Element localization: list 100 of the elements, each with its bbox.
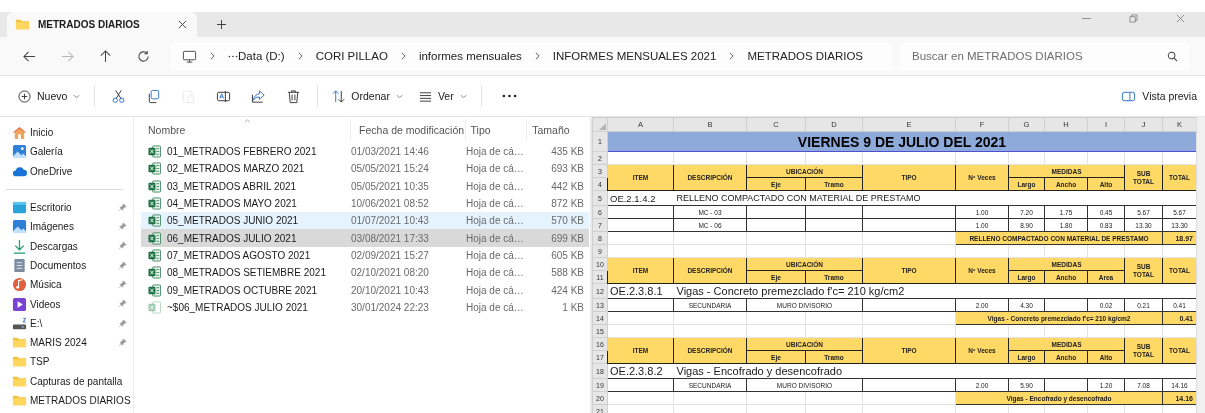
file-type: Hoja de cá… [466,267,524,279]
more-icon[interactable] [501,94,517,98]
forward-icon [60,49,74,63]
scissors-icon [111,88,127,104]
spreadsheet-icon [148,197,161,211]
sidebar-label: Documentos [30,259,87,271]
file-size: 693 KB [550,163,584,175]
spreadsheet-icon [148,231,161,245]
file-type: Hoja de cá… [466,215,524,227]
pin-icon [118,241,127,251]
breadcrumb[interactable]: Data (D:) [238,50,285,62]
close-icon[interactable] [178,20,187,29]
file-row[interactable]: 01_METRADOS FEBRERO 2021 01/03/2021 14:46 Hoja de cá… 435 KB [141,143,589,161]
document-icon [12,257,27,273]
file-row[interactable]: 02_METRADOS MARZO 2021 05/05/2021 15:24 Hoja de cá… 693 KB [141,160,589,178]
file-date: 05/05/2021 10:35 [351,180,430,192]
new-tab-icon[interactable] [217,20,226,29]
spreadsheet-icon [148,248,161,262]
spreadsheet-icon [148,179,161,193]
tab[interactable]: METRADOS DIARIOS [7,12,197,37]
file-date: 05/05/2021 15:24 [351,163,430,175]
file-row[interactable]: 07_METRADOS AGOSTO 2021 02/09/2021 15:27 Hoja de cá… 605 KB [141,246,589,265]
file-type: Hoja de cá… [466,198,524,210]
column-header[interactable]: Nombre [141,124,351,136]
sidebar-item[interactable]: Descargas [12,236,133,256]
breadcrumb[interactable]: informes mensuales [418,50,522,62]
sidebar-item[interactable]: Galería [12,142,133,162]
folder-icon [15,17,30,32]
file-type: Hoja de cá… [466,301,524,313]
sidebar-item[interactable]: Videos [12,294,133,314]
sort-arrows-icon [332,89,346,103]
item-code: OE.2.3.8.1 [607,283,674,299]
spreadsheet-icon [148,283,161,297]
file-type: Hoja de cá… [466,163,524,175]
file-name: 01_METRADOS FEBRERO 2021 [167,146,318,158]
item-description: Vigas - Encofrado y desencofrado [673,363,1197,379]
file-size: 424 KB [550,284,584,296]
column-header[interactable]: Tamaño [526,119,590,141]
file-date: 03/08/2021 17:33 [351,232,430,244]
column-header[interactable]: Fecha de modificación [350,119,465,141]
tab-title: METRADOS DIARIOS [38,19,141,30]
sidebar-item[interactable]: Música [12,275,133,295]
file-row[interactable]: 09_METRADOS OCTUBRE 2021 20/10/2021 10:43 Hoja de cá… 424 KB [141,281,589,299]
new-button[interactable]: Nuevo [10,82,89,110]
sidebar-item[interactable]: Documentos [12,255,133,276]
sidebar-label: Música [30,279,62,291]
file-name: 04_METRADOS MAYO 2021 [167,198,298,210]
column-header[interactable]: Tipo [464,119,527,141]
sidebar-item[interactable]: E:\ [12,313,133,333]
back-icon [22,49,36,63]
preview-button[interactable]: Vista previa [1113,82,1205,110]
file-size: 872 KB [550,198,584,210]
sidebar-item[interactable]: OneDrive [12,161,133,181]
sidebar-item[interactable]: Imágenes [12,217,133,237]
scrollbar[interactable] [1196,117,1205,413]
search-icon [1167,50,1178,62]
sidebar-item[interactable]: METRADOS DIARIOS [12,390,133,411]
sidebar-item[interactable]: MARIS 2024 [12,332,133,353]
sidebar-item[interactable]: Inicio [12,123,133,143]
breadcrumb[interactable]: INFORMES MENSUALES 2021 [552,50,717,62]
sort-up-icon [244,119,251,123]
sidebar-item[interactable]: Capturas de pantalla [12,371,133,391]
search-field[interactable]: Buscar en METRADOS DIARIOS [900,42,1190,70]
spreadsheet-icon [148,300,161,314]
more-icon[interactable] [228,54,238,58]
file-row[interactable]: 06_METRADOS JULIO 2021 03/08/2021 17:33 Hoja de cá… 699 KB [141,229,589,247]
file-row[interactable]: 03_METRADOS ABRIL 2021 05/05/2021 10:35 Hoja de cá… 442 KB [141,177,589,195]
file-type: Hoja de cá… [466,284,524,296]
address-bar[interactable]: Data (D:) CORI PILLAO informes mensuales INFORMES MENSUALES 2021 METRADOS DIARIOS [170,42,892,70]
file-row[interactable]: 08_METRADOS SETIEMBRE 2021 02/10/2021 08:20 Hoja de cá… 588 KB [141,264,589,282]
lines-icon [418,89,432,103]
pin-icon [118,280,127,290]
breadcrumb[interactable]: CORI PILLAO [315,50,388,62]
sheet-title: VIERNES 9 DE JULIO DEL 2021 [607,131,1197,152]
sidebar-item[interactable]: Escritorio [12,197,133,218]
file-row[interactable]: 05_METRADOS JUNIO 2021 01/07/2021 10:43 Hoja de cá… 570 KB [141,212,589,230]
file-type: Hoja de cá… [466,146,524,158]
file-type: Hoja de cá… [466,180,524,192]
file-size: 699 KB [550,232,584,244]
file-date: 02/10/2021 08:20 [351,267,430,279]
breadcrumb[interactable]: METRADOS DIARIOS [747,50,864,62]
chevron-icon [534,52,540,60]
file-date: 02/09/2021 15:27 [351,249,430,261]
sidebar-label: Inicio [30,127,54,139]
sidebar-label: E:\ [30,317,43,329]
restore-icon[interactable] [1129,14,1138,23]
file-type: Hoja de cá… [466,232,524,244]
view-button[interactable]: Ver [410,82,475,110]
sidebar-item[interactable]: TSP [12,352,133,372]
sort-button[interactable]: Ordenar [324,82,411,110]
pin-icon [118,222,127,232]
file-row[interactable]: 04_METRADOS MAYO 2021 10/06/2021 08:52 Hoja de cá… 872 KB [141,194,589,213]
sidebar-label: Imágenes [30,221,74,233]
file-size: 570 KB [550,215,584,227]
file-row[interactable]: ~$06_METRADOS JULIO 2021 30/01/2024 22:23 Hoja de cá… 1 KB [141,298,589,316]
home-icon [12,125,27,141]
sidebar-label: Galería [30,146,63,158]
chevron-icon [400,52,406,60]
sidebar-label: Escritorio [30,202,72,214]
sidebar-label: Descargas [30,240,78,252]
